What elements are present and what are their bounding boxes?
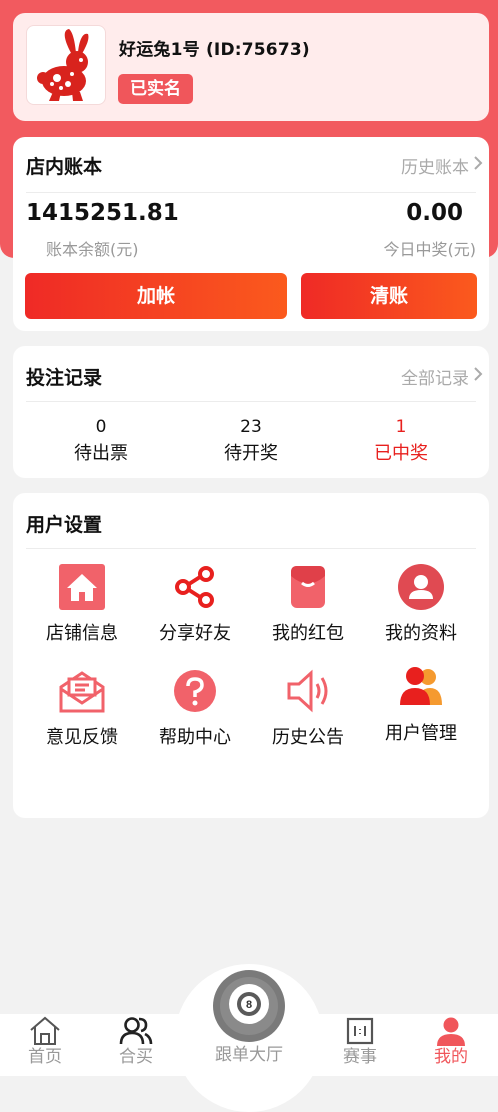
stat-pending-draw[interactable]: 23 待开奖	[176, 417, 326, 465]
my-profile-item[interactable]: 我的资料	[365, 561, 477, 645]
svg-text:8: 8	[246, 999, 252, 1011]
tab-mine[interactable]: 我的	[416, 1016, 486, 1068]
stat-won[interactable]: 1 已中奖	[326, 417, 476, 465]
user-settings-card: 用户设置 店铺信息 分享好友 我的红包 我的资料 意见反馈 帮助中心 历史公告 …	[13, 493, 489, 818]
stat-count: 1	[395, 417, 407, 437]
rabbit-papercut-icon	[37, 29, 89, 101]
tab-label: 首页	[28, 1047, 62, 1067]
stat-count: 0	[95, 417, 107, 437]
balance-label: 账本余额(元)	[46, 240, 139, 259]
verified-badge: 已实名	[118, 74, 193, 104]
bet-record-card: 投注记录 全部记录 0 待出票 23 待开奖 1 已中奖	[13, 346, 489, 478]
chevron-right-icon	[473, 366, 483, 387]
tab-group-buy[interactable]: 合买	[101, 1016, 171, 1068]
user-management-item[interactable]: 用户管理	[365, 661, 477, 745]
add-account-button[interactable]: 加帐	[25, 273, 287, 319]
store-icon	[56, 561, 108, 613]
divider	[26, 548, 476, 549]
help-icon	[169, 665, 221, 717]
stat-label: 待出票	[74, 443, 128, 464]
item-label: 分享好友	[159, 623, 231, 644]
stat-label: 已中奖	[374, 443, 428, 464]
announcement-icon	[282, 665, 334, 717]
share-friends-item[interactable]: 分享好友	[139, 561, 251, 645]
store-info-item[interactable]: 店铺信息	[26, 561, 138, 645]
tab-label: 合买	[119, 1047, 153, 1067]
clear-account-button[interactable]: 清账	[301, 273, 477, 319]
profile-icon	[395, 561, 447, 613]
tab-follow-hall[interactable]: 8 跟单大厅	[204, 970, 294, 1066]
feedback-icon	[56, 665, 108, 717]
divider	[26, 192, 476, 193]
all-records-label: 全部记录	[401, 369, 469, 389]
all-records-link[interactable]: 全部记录	[401, 364, 483, 389]
tab-events[interactable]: 赛事	[325, 1016, 395, 1068]
settings-title: 用户设置	[26, 514, 103, 536]
history-account-label: 历史账本	[401, 158, 469, 178]
avatar[interactable]	[26, 25, 106, 105]
home-icon	[10, 1016, 80, 1046]
username: 好运兔1号 (ID:75673)	[119, 40, 310, 60]
account-card: 店内账本 历史账本 1415251.81 账本余额(元) 0.00 今日中奖(元…	[13, 137, 489, 331]
stat-label: 待开奖	[224, 443, 278, 464]
red-packet-icon	[282, 561, 334, 613]
item-label: 意见反馈	[46, 727, 118, 748]
user-management-icon	[395, 661, 447, 713]
group-buy-icon	[101, 1016, 171, 1046]
tab-home[interactable]: 首页	[10, 1016, 80, 1068]
item-label: 我的红包	[272, 623, 344, 644]
history-account-link[interactable]: 历史账本	[401, 153, 483, 178]
today-win-amount: 0.00	[406, 200, 463, 226]
tab-label: 我的	[434, 1047, 468, 1067]
stat-pending-ticket[interactable]: 0 待出票	[26, 417, 176, 465]
billiard-ball-icon: 8	[204, 970, 294, 1042]
stat-count: 23	[240, 417, 262, 437]
chevron-right-icon	[473, 155, 483, 176]
divider	[26, 401, 476, 402]
red-packet-item[interactable]: 我的红包	[252, 561, 364, 645]
bet-record-title: 投注记录	[26, 367, 103, 389]
feedback-item[interactable]: 意见反馈	[26, 665, 138, 749]
share-icon	[169, 561, 221, 613]
account-title: 店内账本	[26, 156, 103, 178]
today-win-label: 今日中奖(元)	[383, 240, 477, 259]
item-label: 店铺信息	[46, 623, 118, 644]
balance-amount: 1415251.81	[26, 200, 179, 226]
help-center-item[interactable]: 帮助中心	[139, 665, 251, 749]
profile-card: 好运兔1号 (ID:75673) 已实名	[13, 13, 489, 121]
scoreboard-icon	[325, 1016, 395, 1046]
item-label: 历史公告	[272, 727, 344, 748]
item-label: 我的资料	[385, 623, 457, 644]
user-icon	[416, 1016, 486, 1046]
history-announcement-item[interactable]: 历史公告	[252, 665, 364, 749]
item-label: 用户管理	[385, 723, 457, 744]
item-label: 帮助中心	[159, 727, 231, 748]
tab-label: 跟单大厅	[215, 1045, 283, 1065]
tab-label: 赛事	[343, 1047, 377, 1067]
